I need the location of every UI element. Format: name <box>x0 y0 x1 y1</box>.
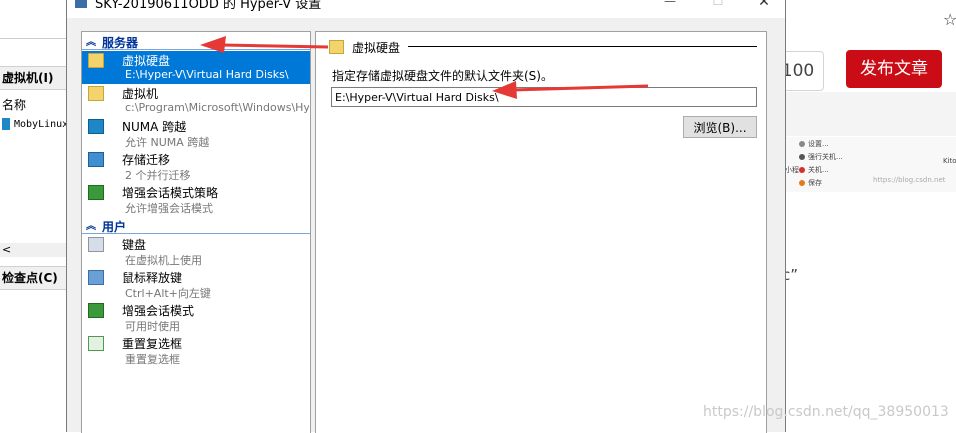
annotation-arrow-to-nav <box>200 36 329 53</box>
annotation-arrows <box>200 36 649 99</box>
annotation-arrow-to-input <box>492 81 649 99</box>
watermark: https://blog.csdn.net/qq_38950013 <box>703 404 949 420</box>
